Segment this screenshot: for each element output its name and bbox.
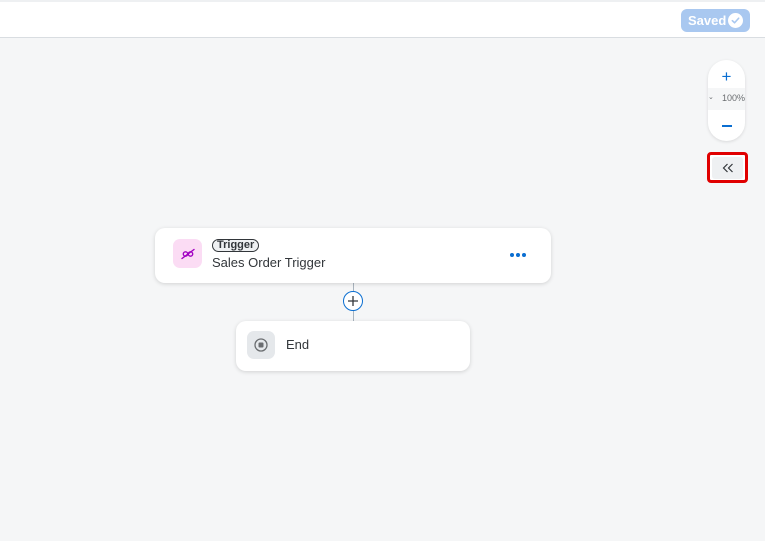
chevron-down-icon: ⌄ [708,94,714,101]
stop-icon [247,331,275,359]
zoom-level: 100% [722,93,746,103]
connection-icon [173,239,202,268]
trigger-name: Sales Order Trigger [212,255,326,270]
add-step-button[interactable] [343,291,363,311]
zoom-in-button[interactable]: + [708,64,745,88]
zoom-out-button[interactable] [708,114,745,138]
saved-label: Saved [688,13,727,28]
overflow-dot [510,253,514,257]
check-circle-icon [728,13,743,28]
trigger-more-button[interactable] [508,247,528,263]
overflow-dot [516,253,520,257]
end-label: End [286,337,310,352]
minus-icon [721,125,732,127]
collapse-panel-button[interactable] [707,152,748,183]
zoom-level-select[interactable]: ⌄ 100% [708,88,745,110]
collapse-panel-inner [712,156,743,179]
zoom-in-label: + [721,66,732,86]
double-chevron-left-icon [722,163,733,172]
saved-status-badge: Saved [681,9,750,32]
zoom-control: + ⌄ 100% [708,60,745,141]
top-toolbar: Saved [0,0,765,38]
trigger-tag: Trigger [212,239,260,252]
overflow-dot [522,253,526,257]
plus-circle-icon [348,296,358,306]
